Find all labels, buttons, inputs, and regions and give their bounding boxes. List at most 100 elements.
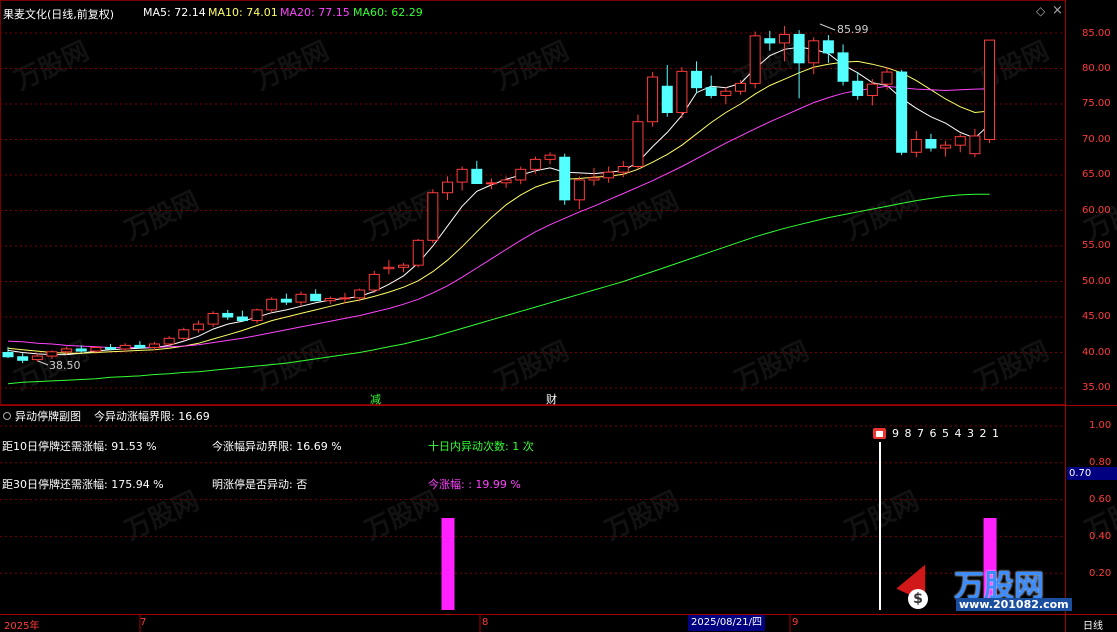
threshold-label: 今异动涨幅界限: 16.69 <box>94 410 210 423</box>
event-marker-reduce[interactable]: 减 <box>370 391 381 407</box>
candle-body <box>61 348 73 353</box>
candle-body <box>383 266 395 270</box>
candle-body <box>808 40 820 64</box>
price-tick: 35.00 <box>1082 382 1111 393</box>
candle-body <box>163 337 175 345</box>
countdown-home-icon <box>873 428 886 439</box>
candle-body <box>617 165 629 173</box>
chart-background <box>0 0 1117 632</box>
candle-body <box>647 76 659 123</box>
candle-body <box>940 144 952 149</box>
dist-30d-text: 距30日停牌还需涨幅: 175.94 % <box>2 478 164 491</box>
candle-body <box>691 70 703 89</box>
candle-body <box>822 40 834 54</box>
candle-body <box>251 309 263 322</box>
stock-title[interactable]: 果麦文化(日线,前复权) <box>3 6 114 22</box>
candle-body <box>896 71 908 153</box>
candle-body <box>442 181 453 194</box>
period-label[interactable]: 日线 <box>1083 617 1103 632</box>
candle-body <box>31 355 43 361</box>
candle-body <box>310 293 322 302</box>
candle-body <box>852 80 864 96</box>
sub-panel-dot-icon <box>3 412 11 420</box>
watermark-dollar-icon: $ <box>908 589 928 609</box>
candle-body <box>368 273 380 291</box>
month-label-9: 9 <box>792 617 799 628</box>
price-tick: 80.00 <box>1082 63 1111 74</box>
event-marker-finance[interactable]: 财 <box>546 391 557 407</box>
candle-body <box>471 168 483 185</box>
price-tick: 75.00 <box>1082 98 1111 109</box>
candle-body <box>75 348 87 352</box>
ma60-label: MA60: 62.29 <box>353 6 423 19</box>
price-tick: 60.00 <box>1082 205 1111 216</box>
candle-body <box>192 323 204 331</box>
price-tick: 65.00 <box>1082 169 1111 180</box>
dist-10d-text: 距10日停牌还需涨幅: 91.53 % <box>2 440 157 453</box>
sub-tick: 0.40 <box>1089 531 1112 542</box>
watermark-site-text: www.201082.com <box>956 598 1072 611</box>
candle-body <box>178 329 190 339</box>
candle-body <box>222 312 234 318</box>
candle-body <box>837 52 849 82</box>
candle-body <box>866 83 878 96</box>
candle-body <box>412 239 424 266</box>
watermark-logo: $ 万股网 www.201082.com <box>896 555 1072 613</box>
candle-body <box>925 139 937 149</box>
candle-body <box>778 33 790 44</box>
candle-body <box>295 293 307 303</box>
candle-body <box>515 168 527 181</box>
current-value-badge: 0.70 <box>1067 467 1117 480</box>
kline-chart[interactable]: 万股网 万股网 万股网 万股网 万股网万股网 万股网 万股网 万股网 万股网万股网 万股网 万股网万… <box>0 0 1117 632</box>
candle-body <box>735 82 746 92</box>
sub-tick: 0.60 <box>1089 494 1112 505</box>
candle-body <box>105 347 117 350</box>
price-tick: 50.00 <box>1082 276 1111 287</box>
countdown-digits: 9 8 7 6 5 4 3 2 1 <box>892 427 1000 440</box>
candle-body <box>46 351 58 357</box>
candle-body <box>632 121 644 167</box>
candle-body <box>969 135 981 155</box>
candle-body <box>456 168 468 183</box>
candle-body <box>984 39 996 140</box>
sub-panel-title[interactable]: 异动停牌副图 <box>3 408 81 424</box>
cursor-date-badge: 2025/08/21/四 <box>688 615 766 631</box>
candle-body <box>236 316 248 322</box>
ma20-label: MA20: 77.15 <box>280 6 350 19</box>
candle-body <box>134 344 146 349</box>
today-change-text: 今涨幅: : 19.99 % <box>428 478 521 491</box>
candle-body <box>749 35 761 84</box>
countdown-home-icon-inner <box>876 431 883 437</box>
month-label-8: 8 <box>482 617 489 628</box>
ten-day-count-text: 十日内异动次数: 1 次 <box>428 440 534 453</box>
candle-body <box>603 171 615 179</box>
candle-body <box>500 179 512 184</box>
candle-body <box>705 87 717 96</box>
candle-body <box>119 344 131 350</box>
candle-body <box>427 192 439 241</box>
candle-body <box>793 33 805 64</box>
sub-tick: 1.00 <box>1089 420 1112 431</box>
candle-body <box>149 343 160 349</box>
candle-body <box>398 264 410 268</box>
sub-panel-name: 异动停牌副图 <box>15 410 81 423</box>
candle-body <box>354 289 366 299</box>
ma5-label: MA5: 72.14 <box>143 6 206 19</box>
candle-body <box>90 347 102 352</box>
sub-tick: 0.20 <box>1089 568 1112 579</box>
low-price-annotation: 38.50 <box>49 359 81 372</box>
diamond-icon[interactable]: ◇ <box>1036 4 1045 18</box>
candle-body <box>661 85 673 114</box>
candle-body <box>720 90 732 96</box>
candle-body <box>544 154 556 160</box>
candle-body <box>280 298 292 303</box>
close-icon[interactable]: × <box>1052 3 1063 18</box>
candle-body <box>324 298 336 302</box>
candle-body <box>529 158 541 170</box>
candle-body <box>266 298 278 311</box>
month-label-7: 7 <box>140 617 147 628</box>
candle-body <box>573 179 585 201</box>
candle-body <box>881 71 893 85</box>
candle-body <box>764 38 776 44</box>
candle-body <box>910 139 922 153</box>
